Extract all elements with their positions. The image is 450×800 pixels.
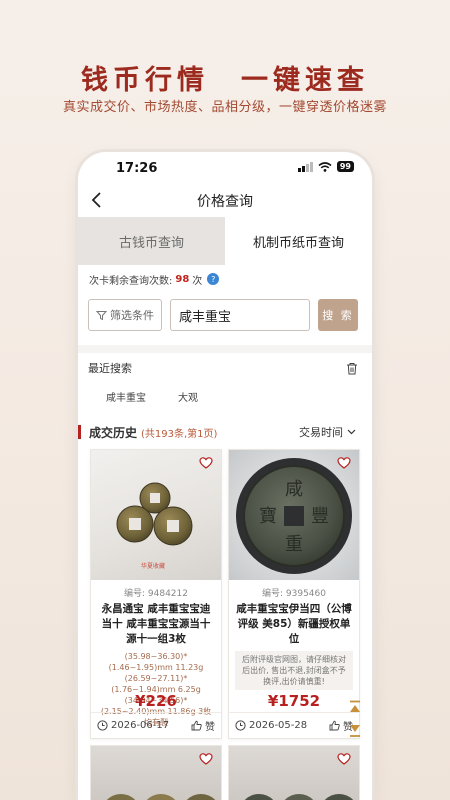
filter-icon bbox=[96, 310, 107, 320]
card-price: ¥1752 bbox=[267, 692, 321, 710]
section-divider bbox=[78, 345, 372, 353]
query-tabs: 古钱币查询 机制币纸币查询 bbox=[78, 217, 372, 265]
scroll-controls bbox=[348, 700, 362, 740]
signal-icon bbox=[297, 161, 313, 172]
status-bar: 17:26 99 bbox=[78, 152, 372, 185]
card-desc: 后附评级官网图，请仔细核对后出价, 售出不退,封闭盒不予换评,出价请慎重! bbox=[235, 651, 353, 690]
recent-search-item[interactable]: 咸丰重宝 bbox=[106, 389, 146, 404]
search-row: 筛选条件 搜 索 bbox=[78, 293, 372, 337]
coin-photo: 咸 重 豐 寶 bbox=[229, 450, 359, 580]
promo-subtitle: 真实成交价、市场热度、品相分级，一键穿透价格迷雾 bbox=[62, 100, 387, 115]
recent-search-title: 最近搜索 bbox=[88, 362, 132, 375]
clock-icon bbox=[235, 720, 246, 731]
thumbs-up-icon bbox=[329, 720, 340, 731]
page-title: 价格查询 bbox=[197, 194, 253, 210]
chevron-down-icon bbox=[347, 429, 356, 435]
trash-icon[interactable] bbox=[346, 362, 358, 375]
card-title: 咸丰重宝宝伊当四（公博评级 美85）新疆授权单位 bbox=[236, 603, 352, 645]
search-input[interactable] bbox=[170, 299, 310, 331]
coin-char-bottom: 重 bbox=[285, 534, 303, 555]
remaining-prefix: 次卡剩余查询次数: bbox=[89, 275, 173, 287]
battery-icon: 99 bbox=[336, 161, 354, 172]
coin-char-left: 寶 bbox=[259, 506, 277, 527]
result-grid: 华夏收藏 编号: 9484212 永昌通宝 咸丰重宝宝迪当十 咸丰重宝宝源当十源… bbox=[78, 449, 372, 739]
history-title-group: 成交历史 (共193条,第1页) bbox=[78, 424, 217, 441]
thumbs-up-icon bbox=[191, 720, 202, 731]
remaining-suffix: 次 bbox=[192, 275, 203, 287]
recent-search-item[interactable]: 大观 bbox=[178, 389, 198, 404]
result-grid-next-row bbox=[78, 739, 372, 800]
recent-search-header: 最近搜索 bbox=[78, 353, 372, 383]
recent-search-list: 咸丰重宝 大观 bbox=[78, 383, 372, 409]
history-title: 成交历史 bbox=[89, 425, 138, 440]
result-card[interactable] bbox=[90, 745, 222, 800]
help-icon[interactable]: ? bbox=[207, 273, 220, 285]
promo-title: 钱币行情 一键速查 bbox=[81, 65, 369, 96]
card-date-group: 2026-06-17 bbox=[97, 720, 169, 731]
card-footer: 2026-06-17 赞 bbox=[91, 712, 221, 738]
result-card[interactable] bbox=[228, 745, 360, 800]
clock-icon bbox=[97, 720, 108, 731]
sort-label: 交易时间 bbox=[299, 426, 343, 439]
accent-bar bbox=[78, 425, 81, 439]
coin-photo: 华夏收藏 bbox=[91, 450, 221, 580]
filter-label: 筛选条件 bbox=[110, 309, 154, 322]
coin-char-right: 豐 bbox=[311, 506, 329, 527]
history-count: (共193条,第1页) bbox=[141, 428, 218, 440]
card-date-group: 2026-05-28 bbox=[235, 720, 307, 731]
wifi-icon bbox=[318, 161, 332, 172]
card-id: 编号: 9484212 bbox=[124, 589, 188, 599]
scroll-up-icon[interactable] bbox=[348, 700, 362, 718]
like-label: 赞 bbox=[205, 722, 215, 733]
sort-dropdown[interactable]: 交易时间 bbox=[299, 424, 356, 440]
filter-button[interactable]: 筛选条件 bbox=[88, 299, 162, 331]
remaining-count: 98 bbox=[175, 273, 190, 285]
search-button[interactable]: 搜 索 bbox=[318, 299, 358, 331]
tab-ancient-coins[interactable]: 古钱币查询 bbox=[78, 217, 225, 265]
result-card[interactable]: 咸 重 豐 寶 编号: 9395460 咸丰重宝宝伊当四（公博评级 美85）新疆… bbox=[228, 449, 360, 739]
card-id: 编号: 9395460 bbox=[262, 589, 326, 599]
heart-icon[interactable] bbox=[337, 752, 351, 766]
coin-char-top: 咸 bbox=[285, 479, 303, 500]
card-price: ¥226 bbox=[135, 692, 177, 710]
status-icons: 99 bbox=[297, 161, 354, 172]
tab-machine-coins-notes[interactable]: 机制币纸币查询 bbox=[225, 217, 372, 265]
heart-icon[interactable] bbox=[199, 456, 213, 470]
scroll-down-icon[interactable] bbox=[348, 720, 362, 738]
history-header: 成交历史 (共193条,第1页) 交易时间 bbox=[78, 415, 372, 449]
remaining-queries: 次卡剩余查询次数: 98 次 ? bbox=[78, 265, 372, 293]
card-date: 2026-06-17 bbox=[111, 720, 170, 731]
card-date: 2026-05-28 bbox=[249, 720, 308, 731]
watermark: 华夏收藏 bbox=[141, 563, 166, 570]
card-title: 永昌通宝 咸丰重宝宝迪当十 咸丰重宝宝源当十源十一组3枚 bbox=[101, 603, 211, 645]
status-time: 17:26 bbox=[116, 161, 158, 176]
like-button[interactable]: 赞 bbox=[191, 718, 215, 733]
phone-screen: 17:26 99 价格查询 古钱币查询 机制币纸币查询 次卡剩余查询次数: 98… bbox=[78, 152, 372, 800]
nav-bar: 价格查询 bbox=[78, 185, 372, 217]
heart-icon[interactable] bbox=[337, 456, 351, 470]
result-card[interactable]: 华夏收藏 编号: 9484212 永昌通宝 咸丰重宝宝迪当十 咸丰重宝宝源当十源… bbox=[90, 449, 222, 739]
heart-icon[interactable] bbox=[199, 752, 213, 766]
card-footer: 2026-05-28 赞 bbox=[229, 712, 359, 738]
